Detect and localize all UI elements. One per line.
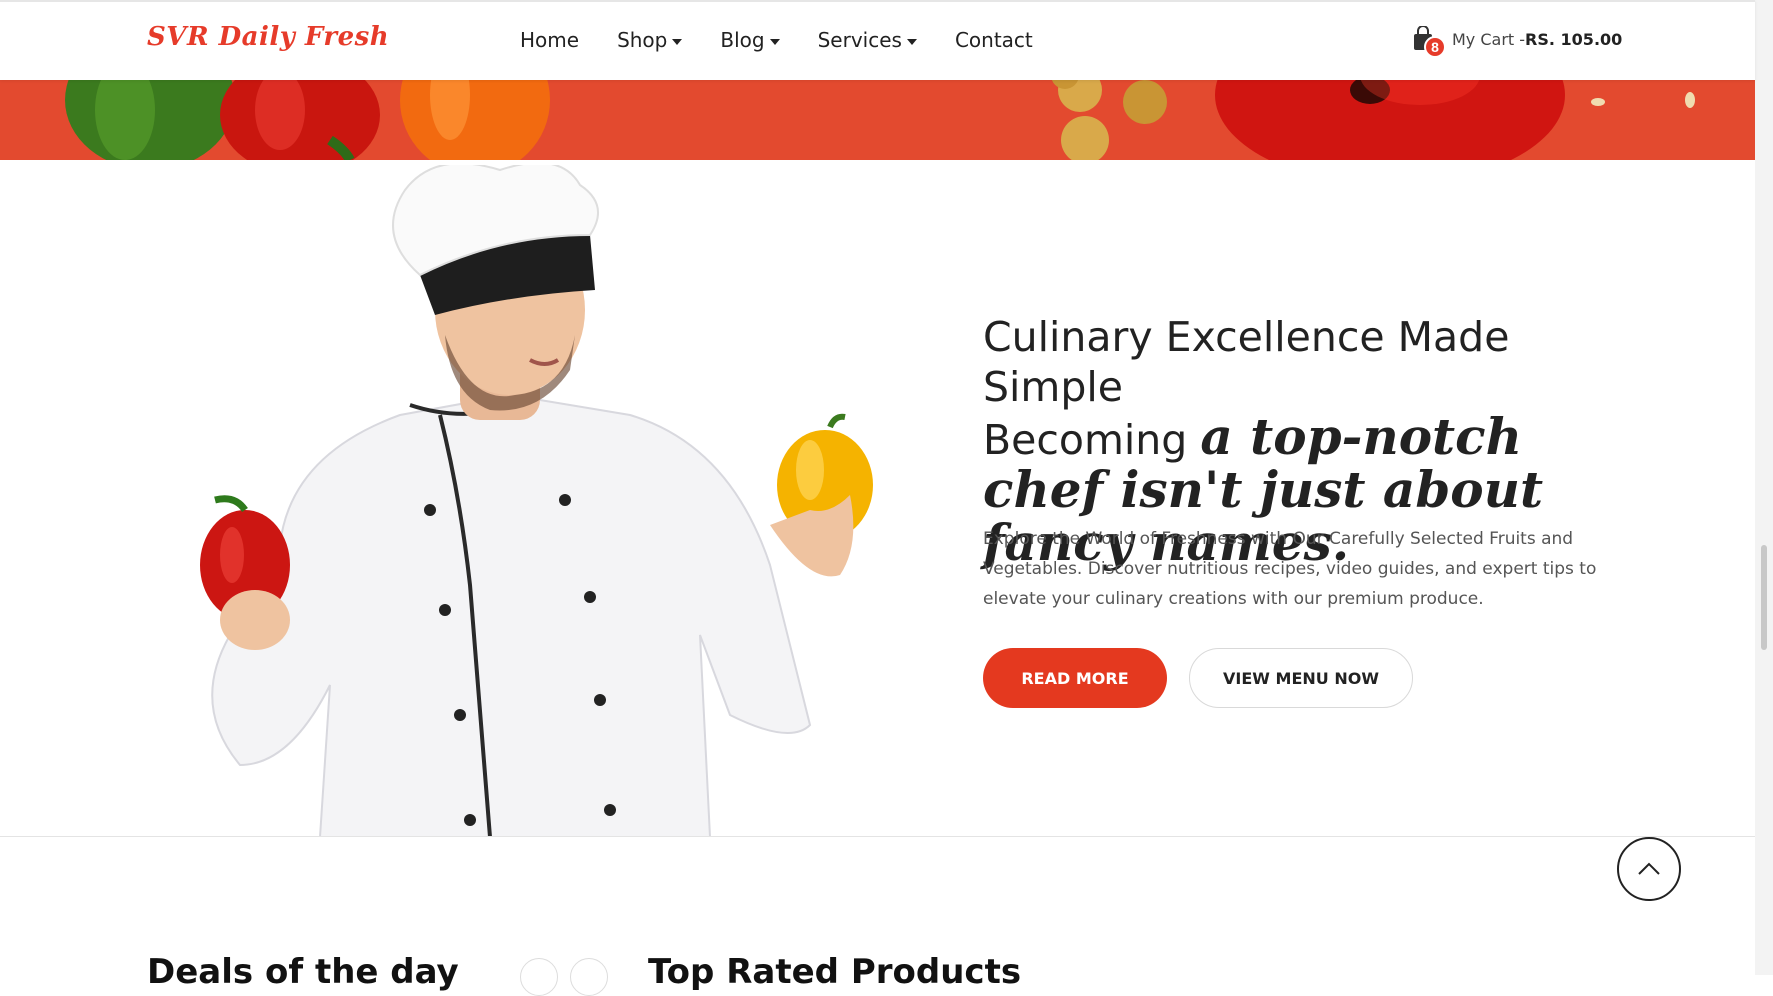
deals-section-title: Deals of the day xyxy=(147,952,459,992)
site-logo[interactable]: SVR Daily Fresh xyxy=(147,22,389,52)
section-divider xyxy=(0,836,1755,837)
cart-label: My Cart - xyxy=(1452,29,1526,49)
nav-home-label: Home xyxy=(520,28,580,52)
shopping-bag-icon: 8 xyxy=(1412,25,1446,58)
hero-description: Explore the World of Freshness with Our … xyxy=(983,529,1597,609)
vegetable-banner-image xyxy=(0,80,1755,160)
view-menu-button[interactable]: VIEW MENU NOW xyxy=(1189,648,1413,708)
top-rated-section-title: Top Rated Products xyxy=(648,952,1022,992)
cart-summary: My Cart -RS. 105.00 xyxy=(1452,30,1622,49)
carousel-prev-button[interactable] xyxy=(520,958,558,996)
cart-total: RS. 105.00 xyxy=(1525,29,1623,49)
nav-contact[interactable]: Contact xyxy=(955,28,1033,52)
nav-shop-label: Shop xyxy=(617,28,668,52)
hero-heading-prefix: Becoming xyxy=(983,416,1188,464)
hero-heading-line1: Culinary Excellence Made Simple xyxy=(983,313,1510,411)
scrollbar-thumb[interactable] xyxy=(1761,545,1767,650)
nav-blog[interactable]: Blog xyxy=(720,28,780,52)
caret-down-icon xyxy=(769,38,780,45)
back-to-top-button[interactable] xyxy=(1617,837,1681,901)
caret-down-icon xyxy=(906,38,917,45)
cart-count-badge: 8 xyxy=(1424,36,1446,58)
nav-contact-label: Contact xyxy=(954,28,1033,52)
nav-home[interactable]: Home xyxy=(520,28,579,52)
nav-services[interactable]: Services xyxy=(818,28,917,52)
cart-widget[interactable]: 8 My Cart -RS. 105.00 xyxy=(1412,25,1622,58)
nav-shop[interactable]: Shop xyxy=(617,28,683,52)
main-nav: Home Shop Blog Services Contact xyxy=(520,28,1071,52)
chef-holding-peppers-image xyxy=(170,161,970,838)
caret-down-icon xyxy=(672,38,683,45)
page-scrollbar[interactable] xyxy=(1755,0,1773,975)
read-more-button[interactable]: READ MORE xyxy=(983,648,1167,708)
nav-services-label: Services xyxy=(817,28,902,52)
carousel-next-button[interactable] xyxy=(570,958,608,996)
nav-blog-label: Blog xyxy=(720,28,765,52)
site-header: SVR Daily Fresh Home Shop Blog Services … xyxy=(0,0,1755,80)
chevron-up-icon xyxy=(1638,862,1660,875)
